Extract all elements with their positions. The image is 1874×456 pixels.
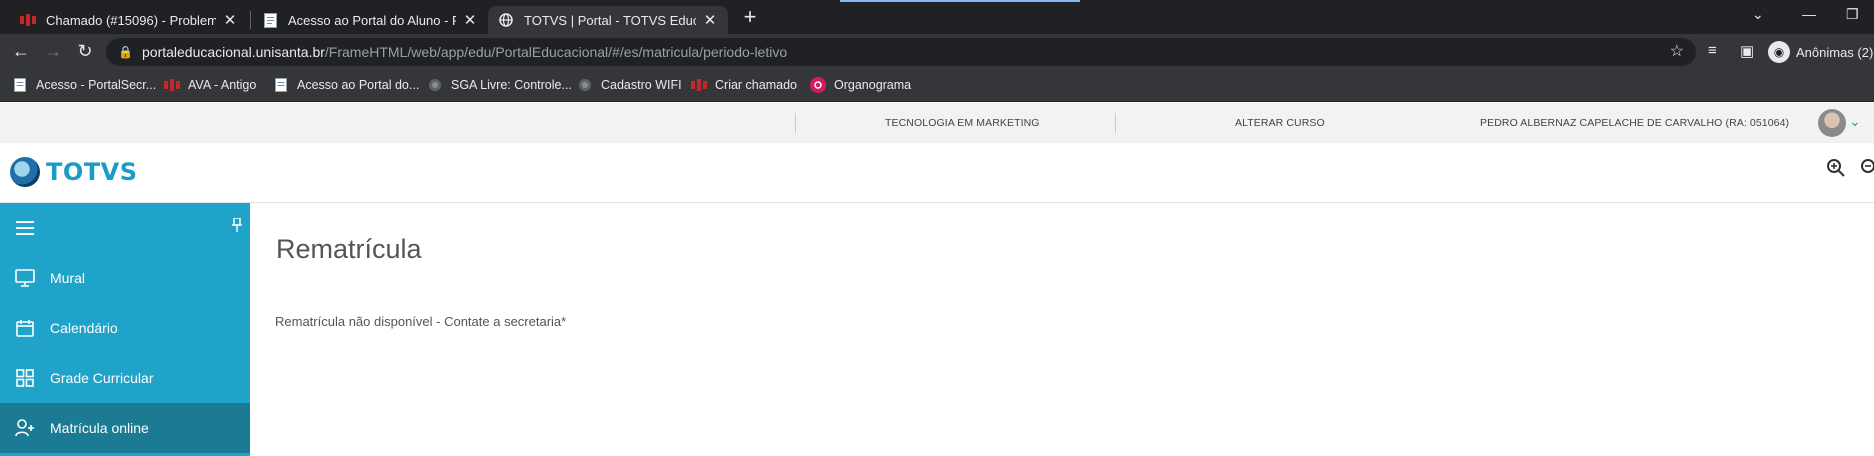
bookmark-item[interactable]: Criar chamado [691,77,797,93]
reload-icon[interactable]: ↻ [74,41,96,62]
bookmarks-bar: Acesso - PortalSecr... AVA - Antigo Aces… [0,70,1874,102]
new-tab-button[interactable]: + [738,4,762,30]
tab-divider [250,11,251,29]
media-control-icon[interactable]: ≡ [1708,42,1717,59]
sidebar-header [0,203,250,253]
unisanta-icon [20,12,36,28]
back-icon[interactable]: ← [10,41,32,62]
lock-icon[interactable]: 🔒 [118,38,133,66]
status-message: Rematrícula não disponível - Contate a s… [275,314,567,329]
browser-toolbar: ← → ↻ 🔒 portaleducacional.unisanta.br/Fr… [0,34,1874,70]
sidebar-item-grade-curricular[interactable]: Grade Curricular [0,353,250,403]
profile-button[interactable]: ◉ Anônimas (2) [1768,41,1873,63]
tab-title: TOTVS | Portal - TOTVS Educacion [524,12,696,28]
tab-title: Acesso ao Portal do Aluno - Porta [288,12,456,28]
bookmark-label: Criar chamado [715,78,797,92]
pin-icon[interactable] [232,217,242,235]
zoom-in-icon[interactable] [1826,158,1846,184]
browser-tab[interactable]: Chamado (#15096) - Problemas c ✕ [10,6,248,34]
calendar-icon [14,317,36,339]
monitor-icon [14,267,36,289]
sidebar-item-calendario[interactable]: Calendário [0,303,250,353]
grid-icon [14,367,36,389]
bookmark-item[interactable]: SGA Livre: Controle... [427,77,572,93]
close-tab-icon[interactable]: ✕ [462,11,478,29]
close-tab-icon[interactable]: ✕ [222,11,238,29]
change-course-link[interactable]: ALTERAR CURSO [1235,103,1325,143]
totvs-logo[interactable]: TOTVS [10,157,138,187]
url-text: portaleducacional.unisanta.br/FrameHTML/… [142,44,788,60]
browser-tab-strip: Chamado (#15096) - Problemas c ✕ Acesso … [0,0,1874,34]
user-plus-icon [14,417,36,439]
globe-icon [498,12,514,28]
bookmark-item[interactable]: Acesso ao Portal do... [273,77,419,93]
bookmark-label: Cadastro WIFI [601,78,682,92]
page-title: Rematrícula [276,234,422,264]
sidebar: Mural Calendário Grade Curricular Matríc… [0,203,250,456]
user-name[interactable]: PEDRO ALBERNAZ CAPELACHE DE CARVALHO (RA… [1480,103,1789,143]
sidebar-item-label: Calendário [50,320,118,336]
portal-top-bar: TECNOLOGIA EM MARKETING ALTERAR CURSO PE… [0,103,1874,143]
browser-tab-active[interactable]: TOTVS | Portal - TOTVS Educacion ✕ [488,6,728,34]
sidebar-item-mural[interactable]: Mural [0,253,250,303]
divider [795,113,796,133]
logo-text: TOTVS [46,158,138,186]
bookmark-label: Organograma [834,78,912,92]
sidebar-item-label: Mural [50,270,86,286]
bookmark-item[interactable]: Cadastro WIFI [577,77,682,93]
organograma-icon [810,77,826,93]
bookmark-star-icon[interactable]: ☆ [1670,38,1684,66]
sidebar-item-label: Matrícula online [50,420,149,436]
zoom-out-icon[interactable] [1860,158,1874,184]
bookmark-item[interactable]: AVA - Antigo [164,77,256,93]
current-course[interactable]: TECNOLOGIA EM MARKETING [885,103,1040,143]
avatar[interactable] [1818,109,1846,137]
unisanta-icon [691,77,707,93]
close-tab-icon[interactable]: ✕ [702,11,718,29]
bookmark-label: SGA Livre: Controle... [451,78,572,92]
unisanta-icon [164,77,180,93]
loading-indicator [840,0,1080,2]
forward-icon[interactable]: → [42,41,64,62]
menu-icon[interactable] [16,221,34,235]
side-panel-icon[interactable]: ▣ [1740,42,1754,60]
globe-icon [427,77,443,93]
minimize-icon[interactable]: — [1802,6,1816,22]
divider [1115,113,1116,133]
restore-icon[interactable]: ❐ [1846,6,1859,23]
bookmark-label: AVA - Antigo [188,78,257,92]
bookmark-item[interactable]: Organograma [810,77,911,93]
bookmark-label: Acesso ao Portal do... [297,78,420,92]
bookmark-item[interactable]: Acesso - PortalSecr... [12,77,156,93]
globe-icon [577,77,593,93]
incognito-icon: ◉ [1768,41,1790,63]
tab-title: Chamado (#15096) - Problemas c [46,12,216,28]
profile-label: Anônimas (2) [1796,44,1874,60]
browser-tab[interactable]: Acesso ao Portal do Aluno - Porta ✕ [252,6,488,34]
chevron-down-icon[interactable]: ⌄ [1849,113,1861,130]
document-icon [12,77,28,93]
address-bar[interactable]: 🔒 portaleducacional.unisanta.br/FrameHTM… [106,38,1696,66]
totvs-logo-icon [10,157,40,187]
tab-search-chevron-icon[interactable]: ⌄ [1752,6,1764,23]
portal-header: TOTVS [0,143,1874,203]
sidebar-item-label: Grade Curricular [50,370,154,386]
document-icon [262,12,278,28]
document-icon [273,77,289,93]
sidebar-item-matricula-online[interactable]: Matrícula online [0,403,250,453]
bookmark-label: Acesso - PortalSecr... [36,78,157,92]
